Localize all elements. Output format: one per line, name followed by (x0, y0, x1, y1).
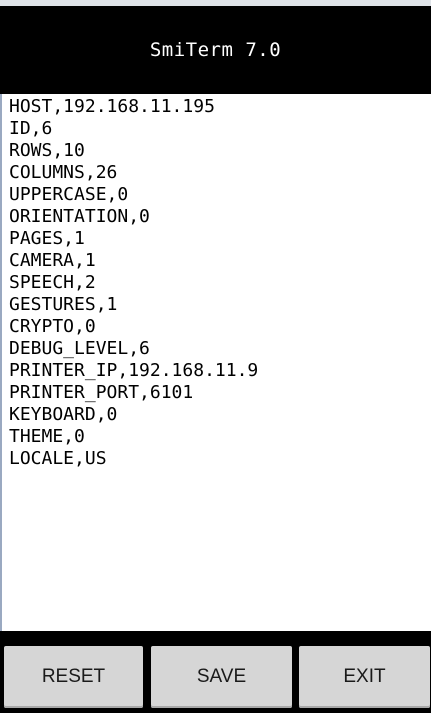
config-line-speech[interactable]: SPEECH,2 (9, 272, 427, 294)
config-line-printer-ip[interactable]: PRINTER_IP,192.168.11.9 (9, 360, 427, 382)
save-button[interactable]: SAVE (151, 646, 292, 708)
config-line-locale[interactable]: LOCALE,US (9, 448, 427, 470)
config-line-gestures[interactable]: GESTURES,1 (9, 294, 427, 316)
config-line-crypto[interactable]: CRYPTO,0 (9, 316, 427, 338)
exit-button[interactable]: EXIT (299, 646, 430, 708)
title-bar: SmiTerm 7.0 (0, 6, 431, 94)
config-line-host[interactable]: HOST,192.168.11.195 (9, 96, 427, 118)
config-line-orientation[interactable]: ORIENTATION,0 (9, 206, 427, 228)
config-line-id[interactable]: ID,6 (9, 118, 427, 140)
config-line-rows[interactable]: ROWS,10 (9, 140, 427, 162)
config-line-uppercase[interactable]: UPPERCASE,0 (9, 184, 427, 206)
config-text-area[interactable]: HOST,192.168.11.195 ID,6 ROWS,10 COLUMNS… (9, 96, 427, 630)
reset-button[interactable]: RESET (4, 646, 143, 708)
config-line-pages[interactable]: PAGES,1 (9, 228, 427, 250)
editor-left-edge (0, 94, 2, 631)
app-title: SmiTerm 7.0 (149, 39, 282, 61)
config-line-keyboard[interactable]: KEYBOARD,0 (9, 404, 427, 426)
config-line-theme[interactable]: THEME,0 (9, 426, 427, 448)
config-line-printer-port[interactable]: PRINTER_PORT,6101 (9, 382, 427, 404)
config-line-debug-level[interactable]: DEBUG_LEVEL,6 (9, 338, 427, 360)
config-line-camera[interactable]: CAMERA,1 (9, 250, 427, 272)
config-line-columns[interactable]: COLUMNS,26 (9, 162, 427, 184)
